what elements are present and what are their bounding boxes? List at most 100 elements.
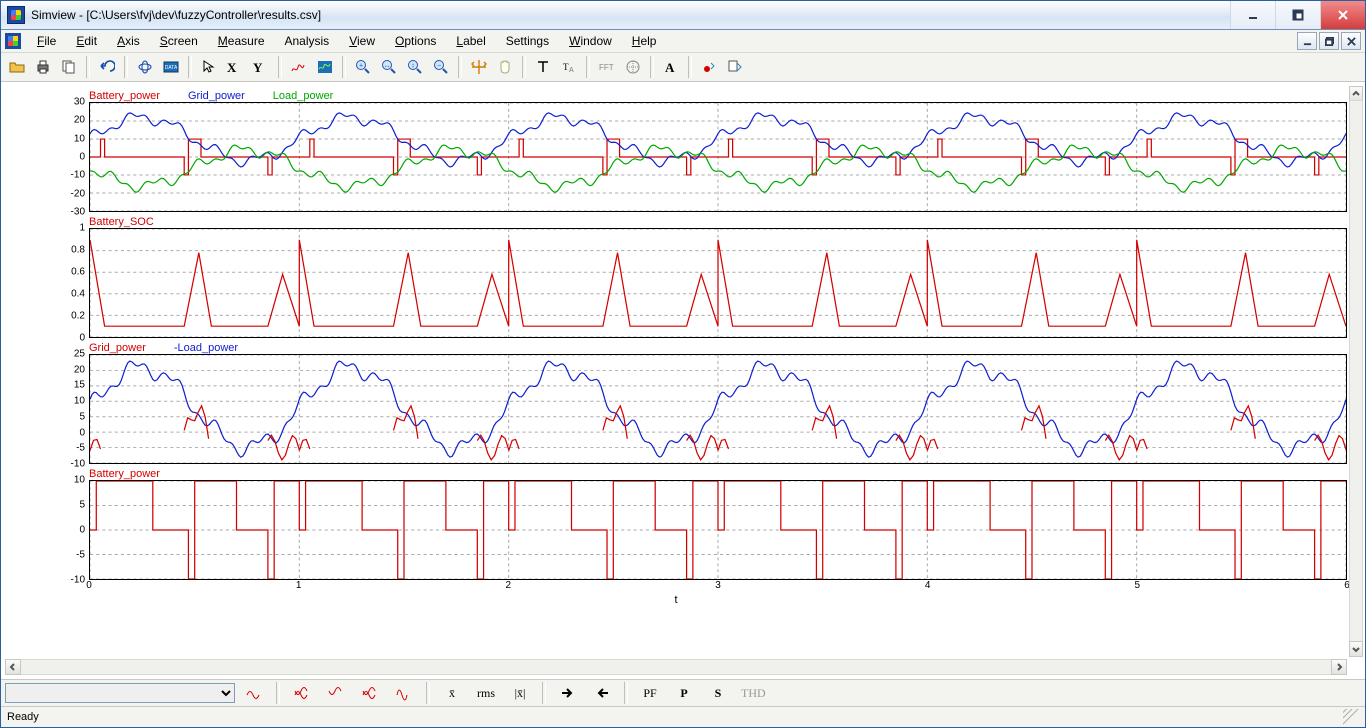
menu-analysis[interactable]: Analysis <box>277 32 338 50</box>
vertical-scrollbar[interactable] <box>1349 86 1363 657</box>
y-cursor-icon[interactable]: Y <box>249 55 273 79</box>
svg-text:↔: ↔ <box>384 63 391 70</box>
svg-text:+: + <box>359 63 363 70</box>
legend-entry: Grid_power <box>89 342 146 354</box>
scope-icon[interactable] <box>621 55 645 79</box>
x-cursor-icon[interactable]: X <box>223 55 247 79</box>
print-icon[interactable] <box>31 55 55 79</box>
menu-options[interactable]: Options <box>387 32 444 50</box>
zoom-out-icon[interactable]: − <box>429 55 453 79</box>
mdi-restore-button[interactable] <box>1319 32 1339 50</box>
svg-text:Y: Y <box>253 60 263 75</box>
mdi-close-button[interactable] <box>1341 32 1361 50</box>
mdi-minimize-button[interactable] <box>1297 32 1317 50</box>
x-axis: 0123456 <box>89 580 1347 594</box>
y-tick-label: -30 <box>71 207 85 218</box>
legend-entry: Load_power <box>273 90 334 102</box>
y-axis: 00.20.40.60.81 <box>5 228 89 338</box>
y-tick-label: 30 <box>74 97 85 108</box>
menu-view[interactable]: View <box>341 32 383 50</box>
menu-edit[interactable]: Edit <box>68 32 105 50</box>
x-tick-label: 0 <box>86 580 92 591</box>
text-props-icon[interactable]: TA <box>557 55 581 79</box>
scroll-track[interactable] <box>1349 100 1363 643</box>
menu-file[interactable]: File <box>29 32 64 50</box>
titlebar[interactable]: Simview - [C:\Users\fvj\dev\fuzzyControl… <box>1 1 1365 30</box>
scroll-down-button[interactable] <box>1349 641 1363 657</box>
menu-help[interactable]: Help <box>624 32 665 50</box>
menu-window[interactable]: Window <box>561 32 620 50</box>
hand-icon[interactable] <box>493 55 517 79</box>
pointer-icon[interactable] <box>197 55 221 79</box>
plot-canvas[interactable] <box>89 354 1347 464</box>
legend-entry: Battery_power <box>89 468 160 480</box>
rms-label[interactable]: rms <box>471 681 501 705</box>
pf-label[interactable]: PF <box>635 681 665 705</box>
record-icon[interactable] <box>697 55 721 79</box>
next-cycle-icon[interactable] <box>553 681 583 705</box>
menu-app-icon <box>5 33 21 49</box>
menu-label[interactable]: Label <box>448 32 493 50</box>
menu-screen[interactable]: Screen <box>152 32 206 50</box>
y-tick-label: 0 <box>79 333 85 344</box>
y-axis: -10-50510152025 <box>5 354 89 464</box>
plot-legend: Battery_SOC <box>5 212 1347 228</box>
wave-add-icon[interactable] <box>239 681 269 705</box>
text-tool-icon[interactable] <box>531 55 555 79</box>
font-icon[interactable]: A <box>659 55 683 79</box>
avg-label[interactable]: x̄ <box>437 681 467 705</box>
resize-grip-icon[interactable] <box>1343 709 1359 725</box>
y-tick-label: -10 <box>71 459 85 470</box>
y-tick-label: -10 <box>71 170 85 181</box>
y-tick-label: -10 <box>71 575 85 586</box>
horizontal-scrollbar[interactable] <box>5 659 1347 675</box>
zoom-x-in-icon[interactable]: ↔ <box>377 55 401 79</box>
y-axis: -30-20-100102030 <box>5 102 89 212</box>
thd-label[interactable]: THD <box>737 681 770 705</box>
export-icon[interactable] <box>723 55 747 79</box>
menu-settings[interactable]: Settings <box>498 32 557 50</box>
scroll-left-button[interactable] <box>5 659 21 675</box>
absavg-label[interactable]: |x̄| <box>505 681 535 705</box>
y-tick-label: 0.4 <box>71 289 85 300</box>
svg-text:A: A <box>569 67 574 74</box>
minimize-button[interactable] <box>1230 1 1275 29</box>
svg-text:FFT: FFT <box>599 63 614 72</box>
menu-axis[interactable]: Axis <box>109 32 148 50</box>
open-icon[interactable] <box>5 55 29 79</box>
maximize-button[interactable] <box>1275 1 1320 29</box>
scroll-right-button[interactable] <box>1331 659 1347 675</box>
plot-canvas[interactable] <box>89 480 1347 580</box>
close-button[interactable] <box>1320 1 1365 29</box>
prev-cycle-icon[interactable] <box>587 681 617 705</box>
plot-legend: Grid_power-Load_power <box>5 338 1347 354</box>
undo-icon[interactable] <box>95 55 119 79</box>
s-label[interactable]: S <box>703 681 733 705</box>
zoom-y-in-icon[interactable]: ↕ <box>403 55 427 79</box>
p-label[interactable]: P <box>669 681 699 705</box>
menu-measure[interactable]: Measure <box>210 32 273 50</box>
zoom-in-icon[interactable]: + <box>351 55 375 79</box>
refresh-icon[interactable] <box>133 55 157 79</box>
y-tick-label: 0 <box>79 525 85 536</box>
x-tick-label: 2 <box>506 580 512 591</box>
data-icon[interactable]: DATA <box>159 55 183 79</box>
menu-bar: File Edit Axis Screen Measure Analysis V… <box>1 30 1365 53</box>
y-tick-label: 0.6 <box>71 267 85 278</box>
wave-sq-icon[interactable] <box>389 681 419 705</box>
function-combo[interactable] <box>5 683 235 703</box>
wave-sum-icon[interactable] <box>287 681 317 705</box>
wave-prod-icon[interactable] <box>321 681 351 705</box>
y-tick-label: 5 <box>79 500 85 511</box>
pan-icon[interactable] <box>467 55 491 79</box>
y-tick-label: 20 <box>74 364 85 375</box>
wave-abs-icon[interactable] <box>355 681 385 705</box>
plot-canvas[interactable] <box>89 228 1347 338</box>
plot-canvas[interactable] <box>89 102 1347 212</box>
zoom-fit-icon[interactable] <box>313 55 337 79</box>
copy-icon[interactable] <box>57 55 81 79</box>
zoom-auto-icon[interactable] <box>287 55 311 79</box>
plot-area: Battery_power Grid_power Load_power -30-20-… <box>1 82 1365 679</box>
fft-icon[interactable]: FFT <box>595 55 619 79</box>
function-bar: x̄rms|x̄| PFPSTHD <box>1 679 1365 706</box>
